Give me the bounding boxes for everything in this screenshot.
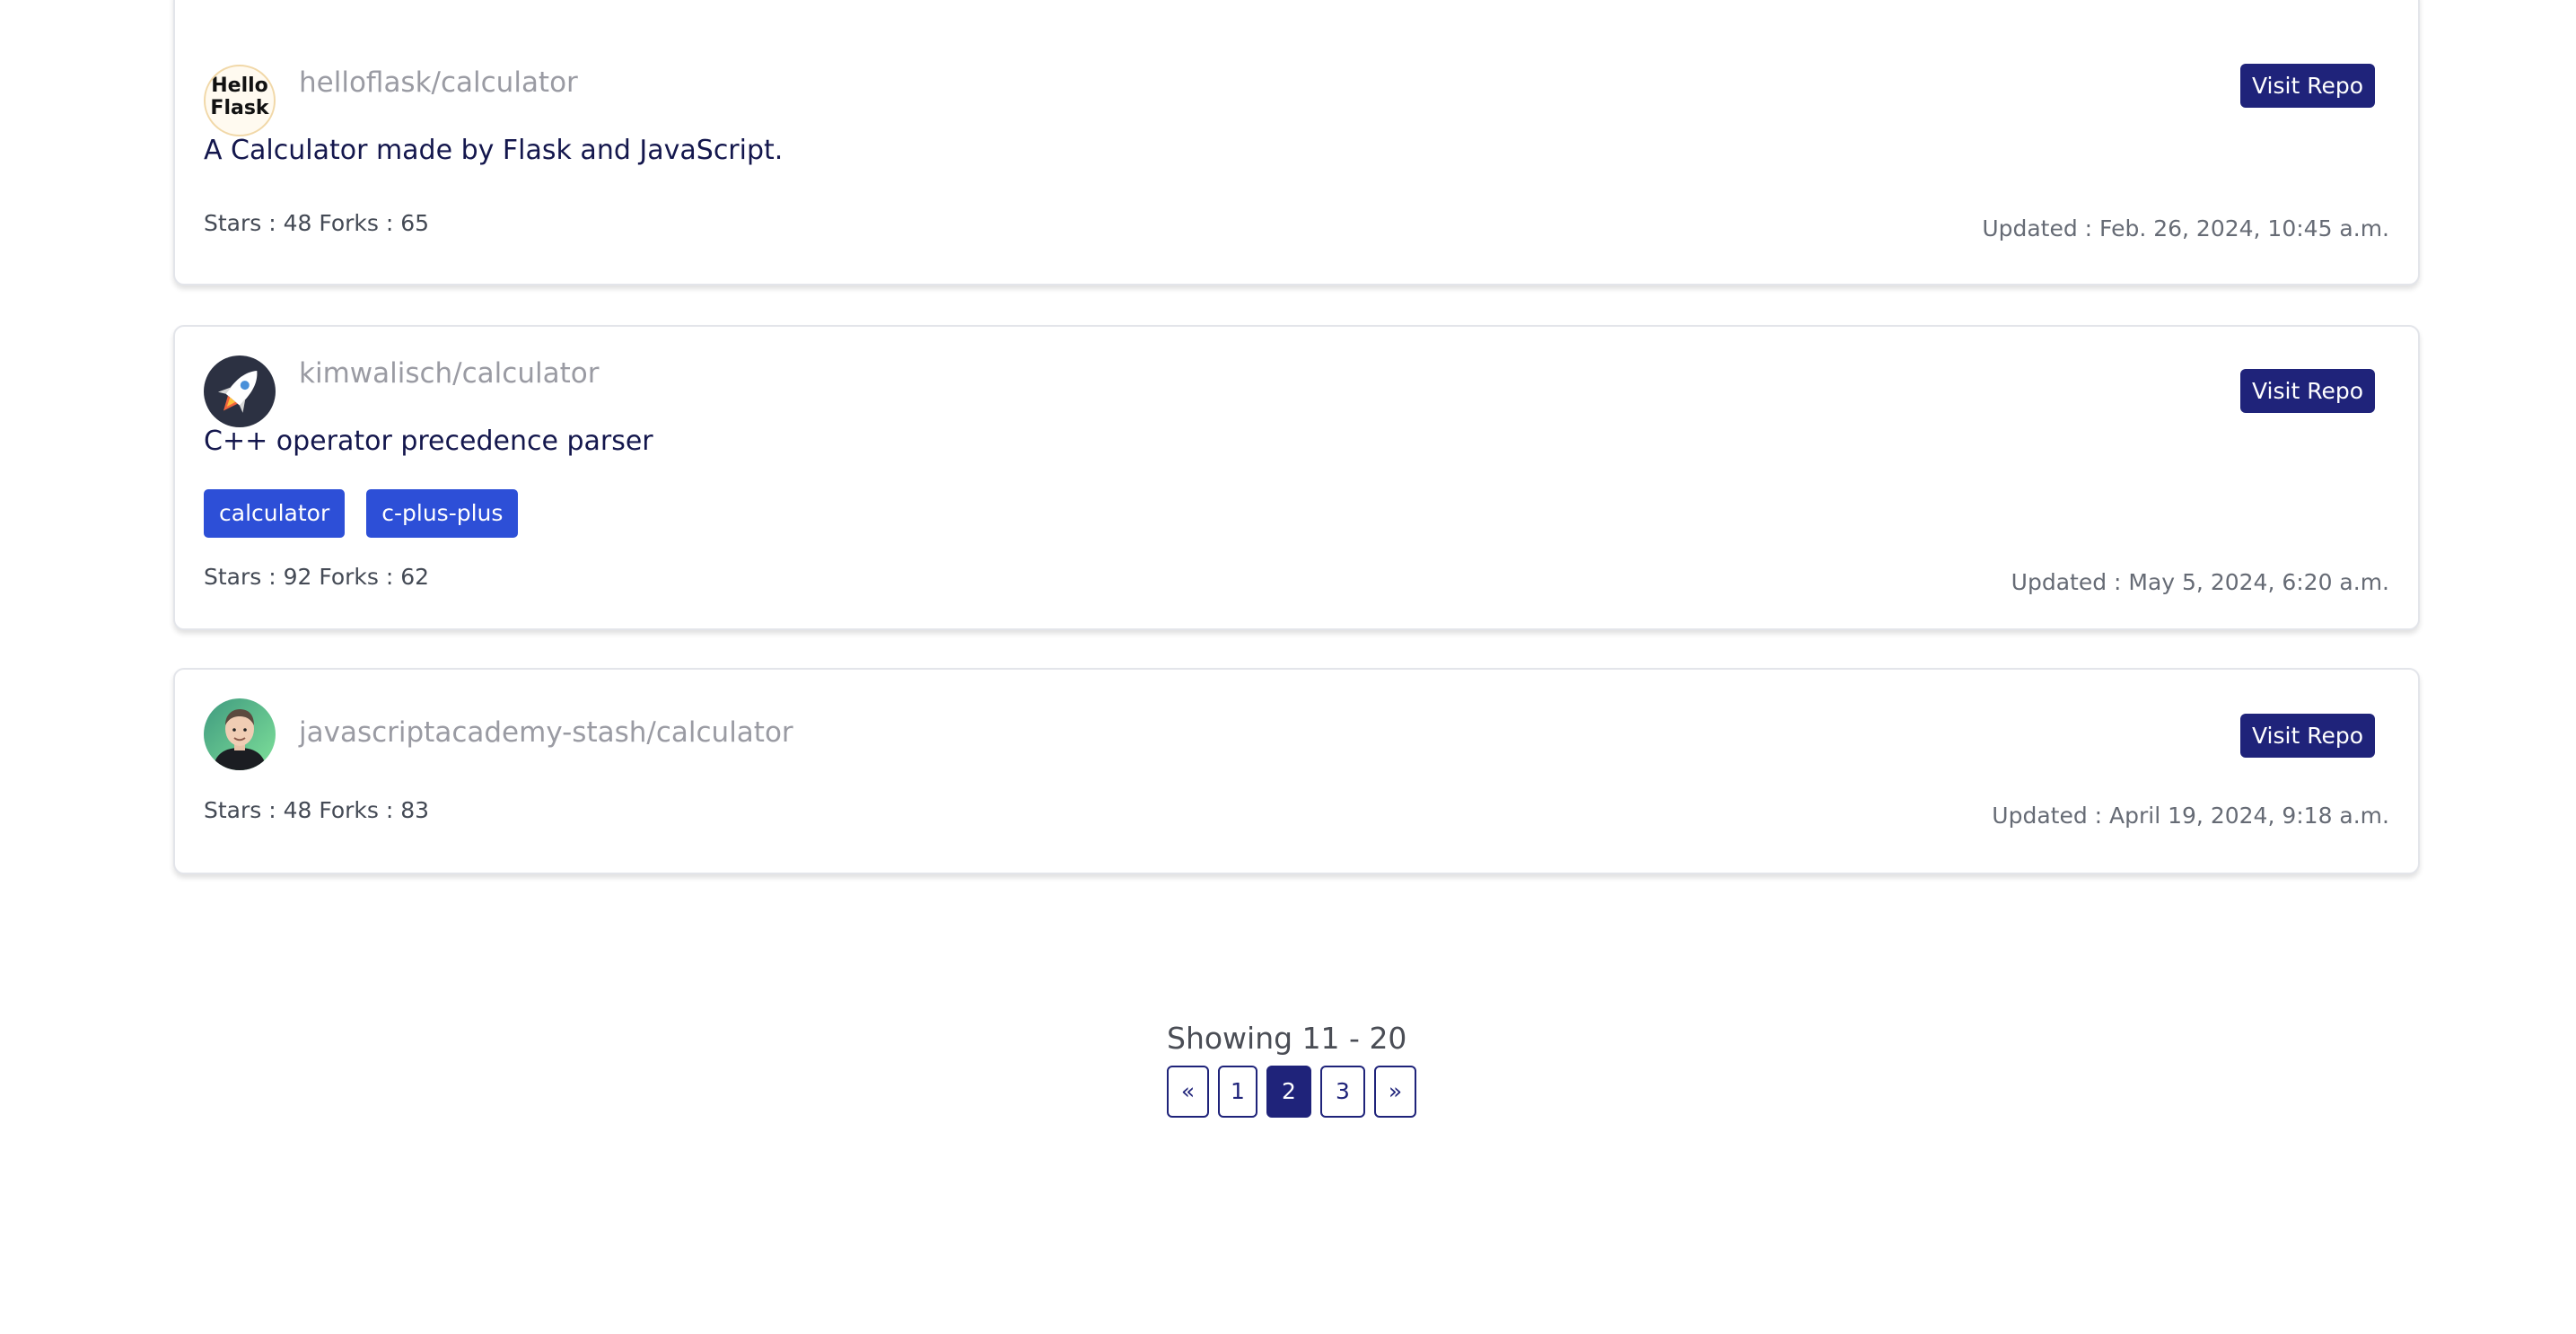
repo-name[interactable]: helloflask/calculator: [299, 65, 578, 101]
tag-c-plus-plus[interactable]: c-plus-plus: [366, 489, 519, 538]
visit-repo-button[interactable]: Visit Repo: [2240, 714, 2375, 758]
tag-calculator[interactable]: calculator: [204, 489, 346, 538]
repo-avatar: Hello Flask: [204, 65, 276, 136]
visit-repo-button[interactable]: Visit Repo: [2240, 64, 2375, 108]
repo-avatar: [204, 355, 276, 427]
pagination: Showing 11 - 20 « 1 2 3 »: [1167, 1019, 1416, 1118]
repo-card: kimwalisch/calculator Visit Repo C++ ope…: [173, 325, 2420, 630]
repo-updated: Updated : May 5, 2024, 6:20 a.m.: [2011, 569, 2389, 595]
avatar-text-line: Hello: [211, 75, 268, 97]
showing-range: Showing 11 - 20: [1167, 1021, 1407, 1056]
repo-description: A Calculator made by Flask and JavaScrip…: [204, 135, 784, 166]
person-photo: [213, 709, 267, 770]
repo-name[interactable]: javascriptacademy-stash/calculator: [299, 715, 793, 750]
prev-page-button[interactable]: «: [1167, 1066, 1209, 1118]
page-buttons: « 1 2 3 »: [1167, 1066, 1416, 1118]
repo-stats: Stars : 48 Forks : 65: [204, 210, 430, 236]
repo-stats: Stars : 92 Forks : 62: [204, 564, 430, 590]
repo-avatar: [204, 698, 276, 770]
next-page-button[interactable]: »: [1374, 1066, 1416, 1118]
avatar-text-line: Flask: [210, 97, 269, 119]
repo-updated: Updated : Feb. 26, 2024, 10:45 a.m.: [1982, 215, 2389, 241]
repo-list-page: Hello Flask helloflask/calculator Visit …: [0, 0, 2576, 1334]
tag-list: calculator c-plus-plus: [204, 489, 519, 538]
repo-description: C++ operator precedence parser: [204, 426, 653, 457]
repo-card: javascriptacademy-stash/calculator Visit…: [173, 668, 2420, 874]
repo-updated: Updated : April 19, 2024, 9:18 a.m.: [1992, 803, 2389, 829]
visit-repo-button[interactable]: Visit Repo: [2240, 369, 2375, 413]
page-3-button[interactable]: 3: [1320, 1066, 1365, 1118]
rocket-icon: [217, 371, 258, 413]
repo-name[interactable]: kimwalisch/calculator: [299, 355, 599, 391]
repo-card: Hello Flask helloflask/calculator Visit …: [173, 0, 2420, 285]
page-1-button[interactable]: 1: [1218, 1066, 1257, 1118]
repo-stats: Stars : 48 Forks : 83: [204, 797, 430, 823]
page-2-button[interactable]: 2: [1266, 1066, 1311, 1118]
